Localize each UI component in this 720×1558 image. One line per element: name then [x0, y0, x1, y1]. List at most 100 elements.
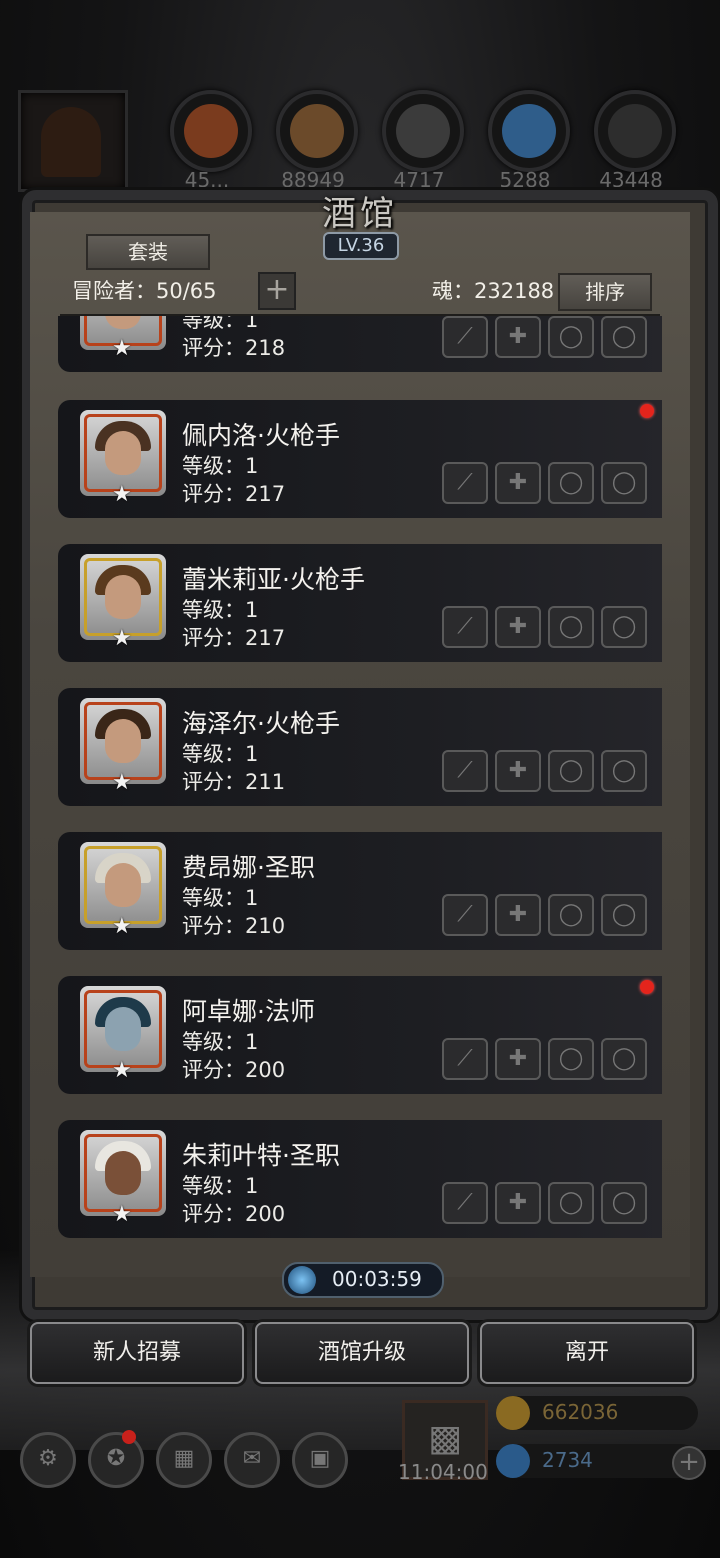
hero-level: 等级：1 — [182, 454, 259, 478]
hero-score: 评分：218 — [182, 336, 286, 360]
title-plate: 酒馆 — [290, 178, 430, 240]
hero-name: 朱莉叶特·圣职 — [182, 1141, 340, 1170]
gold-amount: 662036 — [542, 1400, 619, 1424]
add-slot-button[interactable]: + — [258, 272, 296, 310]
star-icon: ★ — [112, 1202, 132, 1227]
ore-icon[interactable] — [170, 90, 252, 172]
ring-slot-icon[interactable]: ◯ — [601, 750, 647, 792]
gem-bar: 2734 — [496, 1444, 698, 1478]
metal-icon[interactable] — [594, 90, 676, 172]
star-icon: ★ — [112, 914, 132, 939]
tavern-upgrade-button[interactable]: 酒馆升级 — [255, 1322, 469, 1384]
timer-text: 00:03:59 — [332, 1267, 422, 1291]
notification-dot — [640, 404, 654, 418]
suit-button[interactable]: 套装 — [86, 234, 210, 270]
ring-slot-icon[interactable]: ◯ — [548, 606, 594, 648]
hero-card[interactable]: ★ 费昂娜·圣职 等级：1 评分：210 ⟋ ✚ ◯ ◯ — [58, 832, 662, 950]
crystal-icon[interactable] — [488, 90, 570, 172]
refresh-timer: 00:03:59 — [282, 1262, 444, 1298]
gem-icon — [496, 1444, 530, 1478]
hero-card[interactable]: ★ 海泽尔·火枪手 等级：1 评分：211 ⟋ ✚ ◯ ◯ — [58, 688, 662, 806]
leave-button[interactable]: 离开 — [480, 1322, 694, 1384]
hero-name: 海泽尔·火枪手 — [182, 709, 340, 738]
notification-dot — [122, 1430, 136, 1444]
gold-coin-icon — [496, 1396, 530, 1430]
armor-slot-icon[interactable]: ✚ — [495, 462, 541, 504]
ring-slot-icon[interactable]: ◯ — [548, 894, 594, 936]
adventurer-count: 冒险者：50/65 — [72, 279, 217, 303]
star-icon: ★ — [112, 482, 132, 507]
hero-score: 评分：217 — [182, 626, 286, 650]
hero-level: 等级：1 — [182, 598, 259, 622]
hero-score: 评分：211 — [182, 770, 286, 794]
weapon-slot-icon[interactable]: ⟋ — [442, 316, 488, 358]
player-portrait[interactable] — [18, 90, 128, 192]
banner-icon[interactable]: ▦ — [156, 1432, 212, 1488]
armor-slot-icon[interactable]: ✚ — [495, 316, 541, 358]
weapon-slot-icon[interactable]: ⟋ — [442, 1182, 488, 1224]
portrait-silhouette — [41, 107, 101, 177]
armor-slot-icon[interactable]: ✚ — [495, 1038, 541, 1080]
metal-count: 43448 — [599, 168, 663, 192]
ring-slot-icon[interactable]: ◯ — [601, 316, 647, 358]
hero-list[interactable]: ★ 等级：1 评分：218 ⟋ ✚ ◯ ◯ ★ 佩内洛·火枪手 等级：1 评分：… — [58, 316, 662, 1246]
weapon-slot-icon[interactable]: ⟋ — [442, 606, 488, 648]
panel-title: 酒馆 — [322, 194, 398, 234]
hero-card[interactable]: ★ 蕾米莉亚·火枪手 等级：1 评分：217 ⟋ ✚ ◯ ◯ — [58, 544, 662, 662]
hero-level: 等级：1 — [182, 1174, 259, 1198]
mail-icon[interactable]: ✉ — [224, 1432, 280, 1488]
sort-button[interactable]: 排序 — [558, 273, 652, 311]
hero-score: 评分：210 — [182, 914, 286, 938]
hero-name: 阿卓娜·法师 — [182, 997, 315, 1026]
hero-name: 佩内洛·火枪手 — [182, 421, 340, 450]
weapon-slot-icon[interactable]: ⟋ — [442, 462, 488, 504]
ring-slot-icon[interactable]: ◯ — [601, 606, 647, 648]
weapon-slot-icon[interactable]: ⟋ — [442, 750, 488, 792]
ring-slot-icon[interactable]: ◯ — [548, 1182, 594, 1224]
armor-slot-icon[interactable]: ✚ — [495, 894, 541, 936]
hero-score: 评分：217 — [182, 482, 286, 506]
hero-card[interactable]: ★ 朱莉叶特·圣职 等级：1 评分：200 ⟋ ✚ ◯ ◯ — [58, 1120, 662, 1238]
armor-slot-icon[interactable]: ✚ — [495, 606, 541, 648]
ring-slot-icon[interactable]: ◯ — [548, 316, 594, 358]
ring-slot-icon[interactable]: ◯ — [601, 462, 647, 504]
tavern-level-badge: LV.36 — [323, 232, 399, 260]
star-icon: ★ — [112, 1058, 132, 1083]
hero-card[interactable]: ★ 阿卓娜·法师 等级：1 评分：200 ⟋ ✚ ◯ ◯ — [58, 976, 662, 1094]
medal-icon[interactable]: ✪ — [88, 1432, 144, 1488]
ring-slot-icon[interactable]: ◯ — [548, 1038, 594, 1080]
hero-level: 等级：1 — [182, 742, 259, 766]
weapon-slot-icon[interactable]: ⟋ — [442, 1038, 488, 1080]
iron-icon[interactable] — [382, 90, 464, 172]
armor-slot-icon[interactable]: ✚ — [495, 1182, 541, 1224]
ore-count: 45... — [184, 168, 230, 192]
hero-level: 等级：1 — [182, 886, 259, 910]
crystal-count: 5288 — [499, 168, 551, 192]
star-icon: ★ — [112, 626, 132, 651]
wood-icon[interactable] — [276, 90, 358, 172]
notification-dot — [640, 980, 654, 994]
settings-icon[interactable]: ⚙ — [20, 1432, 76, 1488]
armor-slot-icon[interactable]: ✚ — [495, 750, 541, 792]
weapon-slot-icon[interactable]: ⟋ — [442, 894, 488, 936]
ring-slot-icon[interactable]: ◯ — [601, 1038, 647, 1080]
ring-slot-icon[interactable]: ◯ — [601, 894, 647, 936]
hero-name: 蕾米莉亚·火枪手 — [182, 565, 365, 594]
hero-score: 评分：200 — [182, 1202, 286, 1226]
recruit-button[interactable]: 新人招募 — [30, 1322, 244, 1384]
hero-card[interactable]: ★ 佩内洛·火枪手 等级：1 评分：217 ⟋ ✚ ◯ ◯ — [58, 400, 662, 518]
chest-icon[interactable]: ▣ — [292, 1432, 348, 1488]
ring-slot-icon[interactable]: ◯ — [601, 1182, 647, 1224]
hero-score: 评分：200 — [182, 1058, 286, 1082]
star-icon: ★ — [112, 336, 132, 361]
gift-timer: 11:04:00 — [398, 1460, 488, 1484]
hero-card[interactable]: ★ 等级：1 评分：218 ⟋ ✚ ◯ ◯ — [58, 316, 662, 372]
hero-level: 等级：1 — [182, 1030, 259, 1054]
gem-amount: 2734 — [542, 1448, 593, 1472]
clock-icon — [288, 1266, 316, 1294]
soul-count: 魂：232188 — [432, 279, 555, 303]
ring-slot-icon[interactable]: ◯ — [548, 750, 594, 792]
ring-slot-icon[interactable]: ◯ — [548, 462, 594, 504]
star-icon: ★ — [112, 770, 132, 795]
add-gem-button[interactable]: + — [672, 1446, 706, 1480]
